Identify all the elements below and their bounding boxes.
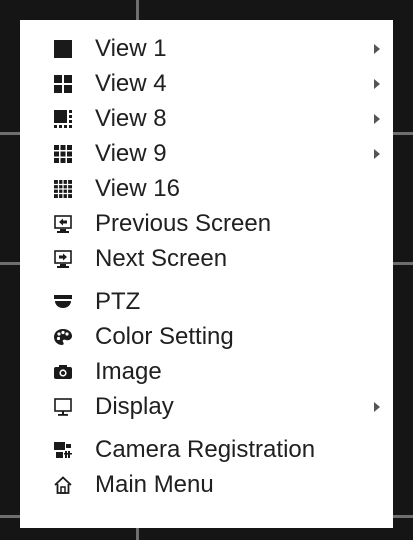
menu-item-label: Color Setting: [95, 323, 234, 350]
submenu-arrow-icon: [374, 149, 380, 159]
ptz-camera-icon: [54, 293, 72, 311]
view9-icon: [54, 145, 72, 163]
view1-icon: [54, 40, 72, 58]
next-screen-icon: [54, 250, 72, 268]
menu-item-label: Image: [95, 358, 162, 385]
previous-screen-icon: [54, 215, 72, 233]
menu-item-camera-registration[interactable]: Camera Registration: [20, 432, 393, 467]
menu-item-label: View 8: [95, 105, 167, 132]
camera-registration-icon: [54, 441, 72, 459]
menu-item-view-1[interactable]: View 1: [20, 31, 393, 66]
submenu-arrow-icon: [374, 79, 380, 89]
menu-item-label: Camera Registration: [95, 436, 316, 463]
menu-item-label: View 9: [95, 140, 167, 167]
menu-item-label: Previous Screen: [95, 210, 272, 237]
context-menu: View 1 View 4 View 8 View 9 View 16 Prev…: [20, 20, 393, 528]
menu-item-label: Display: [95, 393, 174, 420]
menu-item-previous-screen[interactable]: Previous Screen: [20, 206, 393, 241]
menu-item-view-8[interactable]: View 8: [20, 101, 393, 136]
menu-item-view-9[interactable]: View 9: [20, 136, 393, 171]
menu-item-next-screen[interactable]: Next Screen: [20, 241, 393, 276]
menu-item-label: Main Menu: [95, 471, 214, 498]
menu-item-color-setting[interactable]: Color Setting: [20, 319, 393, 354]
view16-icon: [54, 180, 72, 198]
camera-icon: [54, 363, 72, 381]
menu-item-ptz[interactable]: PTZ: [20, 284, 393, 319]
menu-item-label: View 16: [95, 175, 180, 202]
menu-item-label: Next Screen: [95, 245, 228, 272]
menu-item-view-4[interactable]: View 4: [20, 66, 393, 101]
view8-icon: [54, 110, 72, 128]
menu-item-label: View 4: [95, 70, 167, 97]
menu-item-main-menu[interactable]: Main Menu: [20, 467, 393, 502]
menu-item-display[interactable]: Display: [20, 389, 393, 424]
menu-item-image[interactable]: Image: [20, 354, 393, 389]
submenu-arrow-icon: [374, 44, 380, 54]
menu-item-label: View 1: [95, 35, 167, 62]
home-icon: [54, 476, 72, 494]
submenu-arrow-icon: [374, 114, 380, 124]
view4-icon: [54, 75, 72, 93]
palette-icon: [54, 328, 72, 346]
monitor-icon: [54, 398, 72, 416]
menu-item-view-16[interactable]: View 16: [20, 171, 393, 206]
menu-item-label: PTZ: [95, 288, 141, 315]
submenu-arrow-icon: [374, 402, 380, 412]
